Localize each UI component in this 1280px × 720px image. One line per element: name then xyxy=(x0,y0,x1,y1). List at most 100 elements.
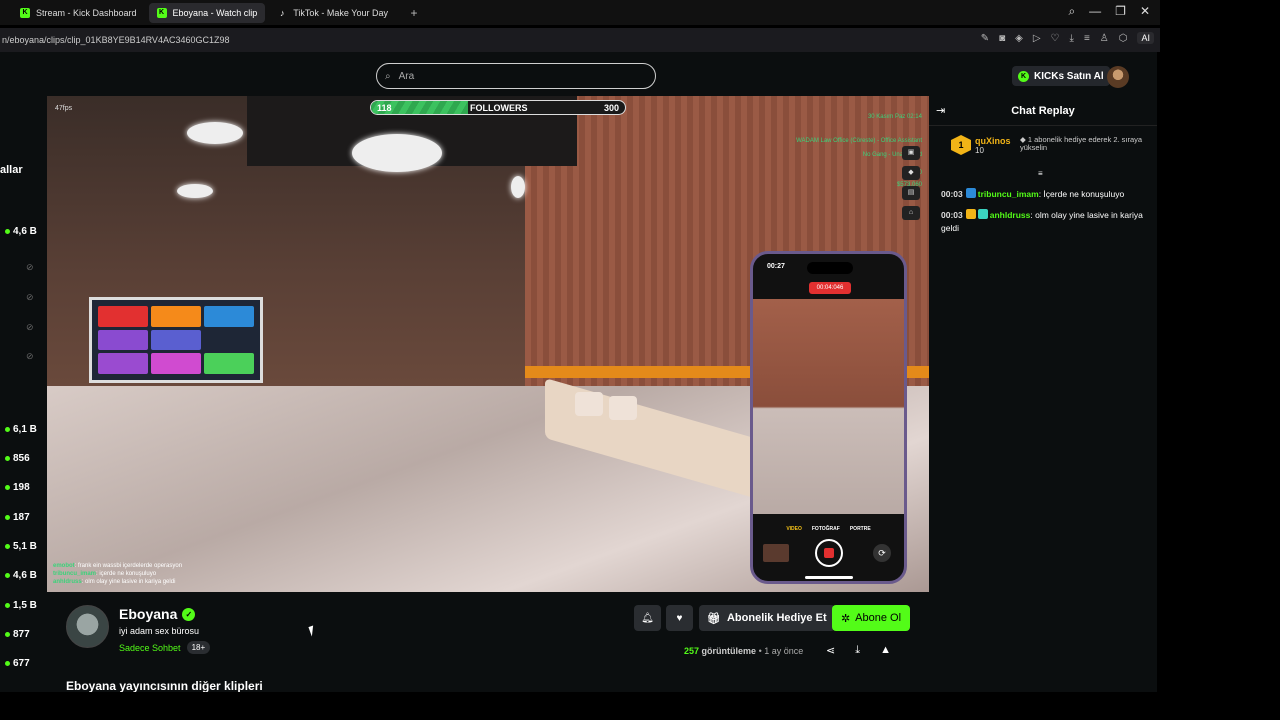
tab-label: Eboyana - Watch clip xyxy=(172,7,258,18)
sidebar-heading: allar xyxy=(0,164,23,176)
phone-recording-timer: 00:04:046 xyxy=(809,282,851,294)
chat-header: Chat Replay xyxy=(929,96,1157,126)
followers-label: FOLLOWERS xyxy=(470,102,528,113)
browser-tab-bar: K Stream - Kick Dashboard K Eboyana - Wa… xyxy=(0,0,1160,25)
kick-coin-icon: K xyxy=(1018,70,1029,82)
bell-icon: 🔔︎ xyxy=(641,612,654,624)
sidebar-viewer-count[interactable]: 856 xyxy=(5,453,30,464)
mouse-cursor xyxy=(308,625,317,637)
user-avatar[interactable] xyxy=(1107,66,1129,88)
camera-icon[interactable]: ◙ xyxy=(999,33,1005,44)
search-input[interactable]: ⌕ Ara xyxy=(376,63,656,89)
tv-app-tile xyxy=(98,329,148,351)
message-user[interactable]: anhldruss xyxy=(990,210,1031,220)
tiktok-favicon-icon: ♪ xyxy=(280,7,285,18)
pinned-toggle-icon[interactable]: ≡ xyxy=(1038,169,1043,178)
mode-portrait: PORTRE xyxy=(849,526,871,532)
sidebar-viewer-count[interactable]: 187 xyxy=(5,512,30,523)
tab-overflow[interactable] xyxy=(0,0,12,25)
buy-kicks-button[interactable]: K KICKs Satın Al xyxy=(1012,66,1110,86)
video-player[interactable]: 47fps 118 FOLLOWERS 300 30 Kasım Paz 02:… xyxy=(47,96,929,592)
gift-leaderboard-message: ◆ 1 abonelik hediye ederek 2. sıraya yük… xyxy=(1020,136,1150,152)
url-field[interactable]: n/eboyana/clips/clip_01KB8YE9B14RV4AC346… xyxy=(0,35,229,45)
sidebar-viewer-count[interactable]: 5,1 B xyxy=(5,541,37,552)
followers-current: 118 xyxy=(377,102,392,113)
message-user[interactable]: tribuncu_imam xyxy=(978,189,1039,199)
ai-button[interactable]: AI xyxy=(1137,32,1154,44)
gift-icon: 🎁︎ xyxy=(707,612,721,625)
category-link[interactable]: Sadece Sohbet xyxy=(119,643,181,653)
tab-eboyana-clip[interactable]: K Eboyana - Watch clip xyxy=(148,2,266,23)
download-icon[interactable]: ⤓ xyxy=(1070,33,1074,44)
close-icon[interactable]: ✕ xyxy=(1140,4,1150,19)
search-tabs-icon[interactable]: ⌕ xyxy=(1068,4,1075,19)
tab-tiktok[interactable]: ♪ TikTok - Make Your Day xyxy=(269,3,396,23)
clip-views: 257 görüntüleme • 1 ay önce xyxy=(684,646,803,656)
play-icon[interactable]: ▷ xyxy=(1033,33,1041,44)
channel-name[interactable]: Eboyana ✓ xyxy=(119,606,196,622)
kick-page: ⌕ Ara K KICKs Satın Al allar 4,6 B ⊘ ⊘ ⊘… xyxy=(0,52,1157,692)
report-icon[interactable]: ▲ xyxy=(880,644,891,657)
mode-video: VIDEO xyxy=(786,526,802,532)
sidebar-viewer-count[interactable]: 4,6 B xyxy=(5,226,37,237)
share-icon[interactable]: ⋖ xyxy=(826,644,835,657)
phone-dynamic-island xyxy=(807,262,853,274)
muted-icon: ⊘ xyxy=(26,351,34,361)
rank-badge: 1 xyxy=(951,135,971,155)
live-dot-icon xyxy=(5,573,10,578)
sub-badge-icon xyxy=(977,209,988,219)
live-dot-icon xyxy=(5,485,10,490)
live-dot-icon xyxy=(5,229,10,234)
subscribe-button[interactable]: ✲ Abone Ol xyxy=(832,605,910,631)
profile-icon[interactable]: ♙ xyxy=(1100,33,1109,44)
heart-icon: ♥ xyxy=(676,612,683,624)
edit-icon[interactable]: ✎ xyxy=(981,33,989,44)
more-clips-heading: Eboyana yayıncısının diğer klipleri xyxy=(66,679,263,692)
search-placeholder: Ara xyxy=(398,70,415,82)
sidebar-viewer-count[interactable]: 6,1 B xyxy=(5,424,37,435)
restore-icon[interactable]: ❐ xyxy=(1115,4,1126,19)
hud-line: 30 Kasım Paz 02:14 xyxy=(867,114,922,120)
fps-counter: 47fps xyxy=(55,105,73,112)
chat-replay-panel: Chat Replay ⇥ 1 quXinos 10 ◆ 1 abonelik … xyxy=(929,96,1157,692)
shield-icon[interactable]: ◈ xyxy=(1015,33,1023,44)
extension-icon[interactable]: ⬡ xyxy=(1119,33,1128,44)
sidebar-viewer-count[interactable]: 1,5 B xyxy=(5,600,37,611)
subscribe-label: Abone Ol xyxy=(855,612,902,624)
live-dot-icon xyxy=(5,456,10,461)
sidebar-viewer-count[interactable]: 198 xyxy=(5,482,30,493)
window-controls: ⌕ — ❐ ✕ xyxy=(1068,4,1150,19)
sidebar-viewer-count[interactable]: 677 xyxy=(5,658,30,669)
chat-message: 00:03 anhldruss: olm olay yine lasive in … xyxy=(941,209,1143,233)
tab-kick-dashboard[interactable]: K Stream - Kick Dashboard xyxy=(12,3,145,23)
wallet-icon: ▤ xyxy=(902,186,920,200)
stream-title: iyi adam sex bürosu xyxy=(119,626,200,636)
live-dot-icon xyxy=(5,603,10,608)
top-gifter-name: quXinos xyxy=(975,135,1011,146)
briefcase-icon: ▣ xyxy=(902,146,920,160)
minimize-icon[interactable]: — xyxy=(1089,4,1101,19)
clip-actions: ⋖ ⤓ ▲ xyxy=(826,644,891,657)
live-dot-icon xyxy=(5,632,10,637)
new-tab-button[interactable]: + xyxy=(406,5,422,21)
top-gifter[interactable]: 1 quXinos 10 xyxy=(951,135,1011,155)
ingame-chat-overlay: emobot: frank ein wassbi içerdelerde ope… xyxy=(53,562,182,586)
kick-favicon-icon: K xyxy=(156,7,167,18)
download-icon[interactable]: ⤓ xyxy=(855,644,860,657)
sidebar-viewer-count[interactable]: 877 xyxy=(5,629,30,640)
collapse-chat-icon[interactable]: ⇥ xyxy=(936,104,945,117)
channel-avatar[interactable] xyxy=(66,605,109,648)
phone-viewfinder xyxy=(753,299,904,514)
heart-icon[interactable]: ♡ xyxy=(1051,33,1060,44)
message-time: 00:03 xyxy=(941,210,963,220)
tab-label: Stream - Kick Dashboard xyxy=(36,7,137,18)
notification-button[interactable]: 🔔︎ xyxy=(634,605,661,631)
hud-icons: ▣ ◆ ▤ ⌂ xyxy=(902,146,920,220)
gift-subscription-button[interactable]: 🎁︎ Abonelik Hediye Et xyxy=(699,605,835,631)
verified-icon: ✓ xyxy=(182,607,196,621)
tv-app-tile xyxy=(151,353,201,374)
follow-button[interactable]: ♥ xyxy=(666,605,693,631)
sidebar-viewer-count[interactable]: 4,6 B xyxy=(5,570,37,581)
menu-icon[interactable]: ≡ xyxy=(1084,33,1090,44)
message-time: 00:03 xyxy=(941,189,963,199)
